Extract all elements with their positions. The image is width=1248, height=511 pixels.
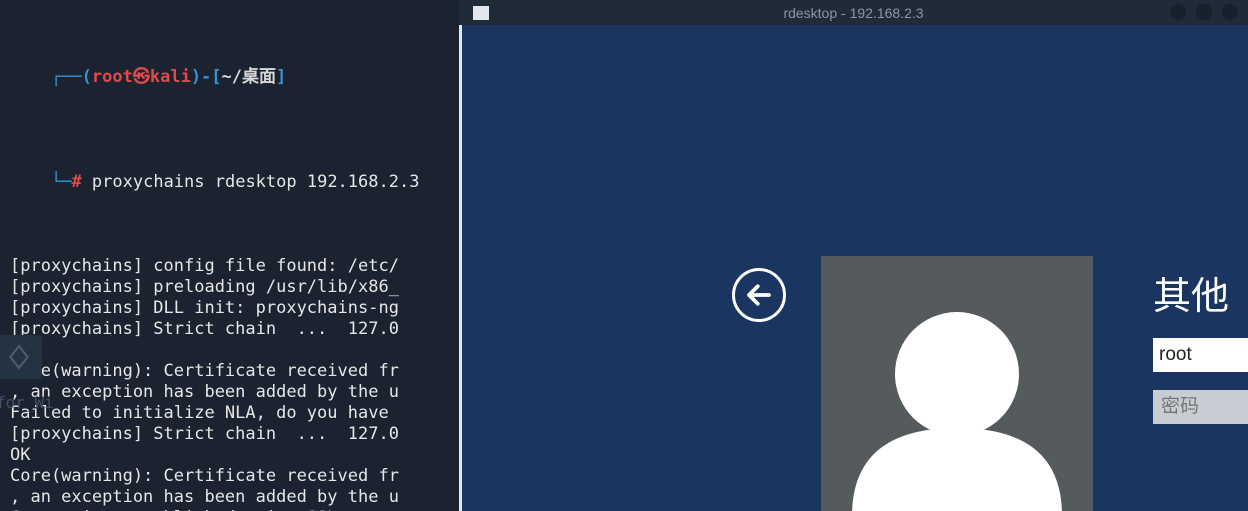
prompt-cwd: ~/桌面 xyxy=(222,67,276,87)
prompt-hash: # xyxy=(71,172,81,192)
login-form: 其他 xyxy=(1153,265,1248,424)
window-controls xyxy=(1170,4,1238,20)
desktop-shortcut-label: for_Wi xyxy=(0,392,54,413)
close-button[interactable] xyxy=(1222,4,1238,20)
terminal-command: proxychains rdesktop 192.168.2.3 xyxy=(82,172,420,192)
rdesktop-window: rdesktop - 192.168.2.3 其他 xyxy=(459,0,1248,511)
desktop-shortcut-icon[interactable] xyxy=(0,335,42,379)
login-header: 其他 xyxy=(1153,265,1248,320)
user-silhouette-icon xyxy=(821,256,1093,511)
avatar xyxy=(821,256,1093,511)
terminal-output: [proxychains] config file found: /etc/ [… xyxy=(10,256,449,511)
username-field[interactable] xyxy=(1153,338,1248,372)
title-bar[interactable]: rdesktop - 192.168.2.3 xyxy=(459,0,1248,25)
prompt-close: )-[ xyxy=(191,67,222,87)
prompt-l2: └─ xyxy=(51,172,71,192)
maximize-button[interactable] xyxy=(1196,4,1212,20)
terminal-prompt-line1: ┌──(root㉿kali)-[~/桌面] xyxy=(10,46,449,109)
terminal-pane[interactable]: ┌──(root㉿kali)-[~/桌面] └─# proxychains rd… xyxy=(0,0,459,511)
password-field[interactable] xyxy=(1153,390,1248,424)
window-title: rdesktop - 192.168.2.3 xyxy=(459,5,1248,21)
prompt-user: root xyxy=(92,67,133,87)
prompt-host: kali xyxy=(150,67,191,87)
terminal-prompt-line2: └─# proxychains rdesktop 192.168.2.3 xyxy=(10,151,449,214)
prompt-end: ] xyxy=(276,67,286,87)
rdp-left-edge xyxy=(459,25,462,511)
prompt-open: ┌──( xyxy=(51,67,92,87)
arrow-left-icon xyxy=(744,280,774,310)
prompt-sym: ㉿ xyxy=(133,67,150,87)
back-button[interactable] xyxy=(732,268,786,322)
rdp-login-screen: 其他 xyxy=(459,25,1248,511)
minimize-button[interactable] xyxy=(1170,4,1186,20)
